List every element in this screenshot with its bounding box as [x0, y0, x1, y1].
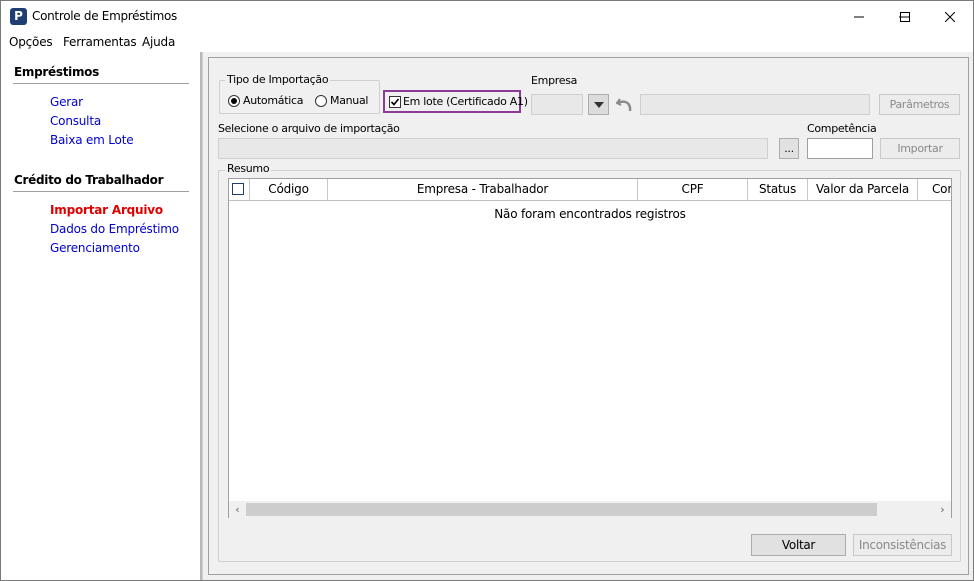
column-cpf[interactable]: CPF [638, 179, 748, 200]
select-all-checkbox[interactable] [232, 183, 244, 195]
title-bar: P Controle de Empréstimos [1, 1, 973, 32]
sidebar-link-importar-arquivo[interactable]: Importar Arquivo [50, 203, 163, 217]
select-all-cell [229, 179, 250, 200]
sidebar-divider [13, 191, 189, 192]
checkmark-icon [390, 98, 400, 106]
empresa-name-field[interactable] [640, 94, 870, 115]
import-type-legend: Tipo de Importação [225, 73, 331, 86]
radio-manual-label: Manual [330, 94, 369, 107]
sidebar-divider [13, 83, 189, 84]
column-cor[interactable]: Cor [918, 179, 951, 200]
competencia-input[interactable] [807, 138, 873, 159]
scrollbar-thumb[interactable] [246, 503, 877, 516]
sidebar-heading-emprestimos: Empréstimos [14, 65, 99, 79]
sidebar-link-baixa-em-lote[interactable]: Baixa em Lote [50, 133, 134, 147]
sidebar: Empréstimos Gerar Consulta Baixa em Lote… [1, 52, 201, 580]
importar-button[interactable]: Importar [880, 138, 960, 159]
grid-header: Código Empresa - Trabalhador CPF Status … [229, 179, 951, 201]
menu-ferramentas[interactable]: Ferramentas [63, 35, 137, 49]
undo-button[interactable] [613, 94, 636, 115]
column-status[interactable]: Status [748, 179, 808, 200]
menu-bar: Opções Ferramentas Ajuda [1, 32, 973, 52]
sidebar-link-gerenciamento[interactable]: Gerenciamento [50, 241, 140, 255]
column-codigo[interactable]: Código [250, 179, 328, 200]
resumo-legend: Resumo [225, 162, 272, 175]
empresa-label: Empresa [531, 74, 578, 87]
empresa-code-field[interactable] [531, 94, 583, 115]
results-grid: Código Empresa - Trabalhador CPF Status … [228, 178, 952, 518]
radio-automatica[interactable] [228, 95, 240, 107]
file-path-field[interactable] [218, 138, 768, 159]
browse-file-button[interactable]: ... [779, 138, 799, 159]
batch-checkbox-label: Em lote (Certificado A1) [403, 95, 528, 108]
minimize-icon [854, 16, 864, 17]
column-valor-parcela[interactable]: Valor da Parcela [808, 179, 918, 200]
close-button[interactable] [927, 1, 973, 32]
menu-ajuda[interactable]: Ajuda [142, 35, 175, 49]
scroll-right-icon[interactable]: › [934, 501, 951, 518]
empty-message: Não foram encontrados registros [494, 207, 686, 221]
voltar-button[interactable]: Voltar [751, 534, 846, 556]
horizontal-scrollbar[interactable]: ‹ › [229, 501, 951, 518]
parametros-button[interactable]: Parâmetros [879, 94, 960, 115]
window-title: Controle de Empréstimos [32, 9, 178, 23]
minimize-button-slot[interactable] [836, 1, 882, 32]
sidebar-link-gerar[interactable]: Gerar [50, 95, 83, 109]
maximize-button[interactable] [882, 1, 928, 32]
competencia-label: Competência [807, 122, 877, 135]
empresa-dropdown-button[interactable] [588, 94, 609, 115]
app-logo-icon: P [10, 8, 27, 25]
menu-opcoes[interactable]: Opções [9, 35, 53, 49]
chevron-down-icon [593, 101, 604, 108]
close-icon [945, 11, 955, 22]
app-window: P Controle de Empréstimos Opções Ferrame… [0, 0, 974, 581]
file-label: Selecione o arquivo de importação [218, 122, 400, 135]
sidebar-link-consulta[interactable]: Consulta [50, 114, 101, 128]
sidebar-heading-credito-trabalhador: Crédito do Trabalhador [14, 173, 164, 187]
inconsistencias-button[interactable]: Inconsistências [853, 534, 952, 556]
undo-icon [615, 97, 631, 111]
scroll-left-icon[interactable]: ‹ [229, 501, 246, 518]
maximize-icon [900, 11, 910, 22]
radio-manual[interactable] [315, 95, 327, 107]
radio-automatica-label: Automática [243, 94, 304, 107]
batch-checkbox[interactable] [389, 96, 401, 108]
column-empresa-trabalhador[interactable]: Empresa - Trabalhador [328, 179, 638, 200]
sidebar-link-dados-emprestimo[interactable]: Dados do Empréstimo [50, 222, 179, 236]
